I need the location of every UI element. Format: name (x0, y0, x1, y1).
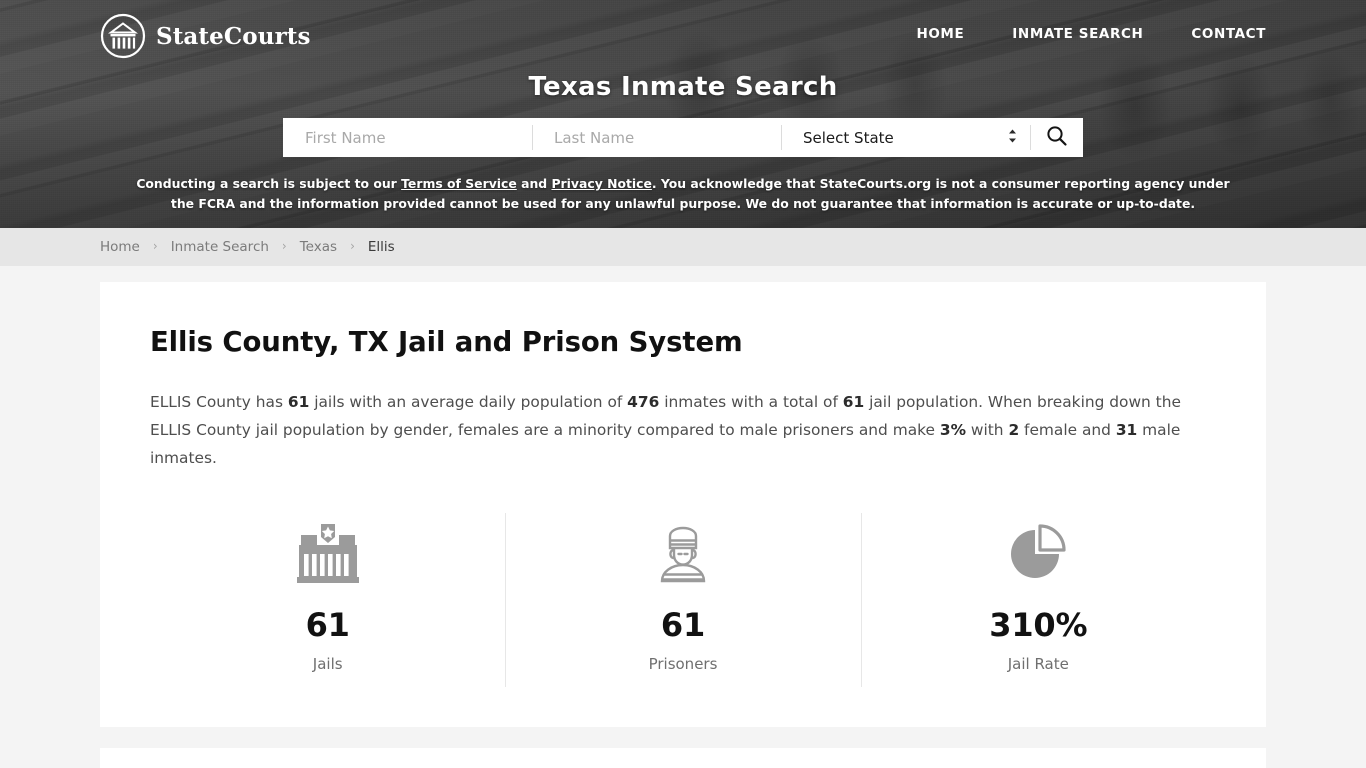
desc-segment: ELLIS County has (150, 393, 288, 411)
desc-female-count: 2 (1008, 421, 1020, 439)
search-icon (1045, 124, 1069, 151)
jail-building-icon (295, 519, 361, 585)
main-navigation: HOME INMATE SEARCH CONTACT (916, 26, 1266, 42)
nav-item-contact[interactable]: CONTACT (1191, 26, 1266, 42)
next-section-card (100, 748, 1266, 768)
chevron-right-icon: › (281, 239, 287, 253)
top-bar: StateCourts HOME INMATE SEARCH CONTACT (0, 0, 1366, 72)
desc-total-jail-population: 61 (842, 393, 865, 411)
stat-prisoners-value: 61 (660, 606, 706, 644)
breadcrumb-item-inmate-search[interactable]: Inmate Search (171, 239, 269, 255)
county-description: ELLIS County has 61 jails with an averag… (150, 388, 1190, 472)
chevron-right-icon: › (350, 239, 355, 253)
prisoner-icon (650, 519, 716, 585)
hero-header: StateCourts HOME INMATE SEARCH CONTACT T… (0, 0, 1366, 228)
county-overview-card: Ellis County, TX Jail and Prison System … (100, 282, 1266, 727)
search-disclaimer: Conducting a search is subject to our Te… (133, 174, 1233, 214)
courthouse-circle-logo-icon (100, 13, 146, 59)
stat-prisoners: 61 Prisoners (505, 513, 860, 687)
stat-jails-label: Jails (312, 655, 343, 673)
nav-item-inmate-search[interactable]: INMATE SEARCH (1012, 26, 1143, 42)
desc-avg-daily-population: 476 (627, 393, 660, 411)
first-name-input[interactable] (283, 119, 532, 156)
last-name-input[interactable] (532, 119, 781, 156)
state-select-wrap: Select State (781, 118, 1030, 157)
desc-segment: with (966, 421, 1009, 439)
page-title: Ellis County, TX Jail and Prison System (150, 326, 743, 358)
nav-item-home[interactable]: HOME (916, 26, 964, 42)
stat-jail-rate-label: Jail Rate (1007, 655, 1069, 673)
disclaimer-text-2: and (516, 176, 552, 191)
stat-jails: 61 Jails (150, 513, 505, 687)
desc-jails-count: 61 (287, 393, 310, 411)
search-submit-button[interactable] (1030, 118, 1083, 157)
county-stats: 61 Jails 61 Prisoners 310% Jail Rate (150, 513, 1216, 687)
page-body: Ellis County, TX Jail and Prison System … (0, 266, 1366, 768)
breadcrumb-item-ellis: Ellis (367, 239, 395, 255)
first-name-field-wrap (283, 118, 532, 157)
desc-segment: female and (1019, 421, 1116, 439)
brand-logo-link[interactable]: StateCourts (100, 13, 311, 59)
privacy-notice-link[interactable]: Privacy Notice (551, 176, 651, 191)
breadcrumb: Home › Inmate Search › Texas › Ellis (100, 239, 395, 255)
chevron-right-icon: › (152, 239, 158, 253)
stat-jail-rate-value: 310% (989, 606, 1088, 644)
desc-segment: jails with an average daily population o… (309, 393, 628, 411)
state-select[interactable]: Select State (781, 119, 1030, 156)
stat-prisoners-label: Prisoners (648, 655, 718, 673)
last-name-field-wrap (532, 118, 781, 157)
desc-female-percent: 3% (939, 421, 966, 439)
breadcrumb-item-home[interactable]: Home (100, 239, 140, 255)
stat-jails-value: 61 (305, 606, 350, 644)
stat-jail-rate: 310% Jail Rate (860, 513, 1216, 687)
inmate-search-form: Select State (283, 118, 1083, 157)
brand-name: StateCourts (156, 22, 311, 50)
breadcrumb-bar: Home › Inmate Search › Texas › Ellis (0, 228, 1366, 266)
hero-title: Texas Inmate Search (528, 72, 838, 102)
desc-male-count: 31 (1115, 421, 1138, 439)
pie-chart-icon (1005, 519, 1071, 585)
desc-segment: inmates with a total of (659, 393, 843, 411)
breadcrumb-item-texas[interactable]: Texas (300, 239, 337, 255)
terms-of-service-link[interactable]: Terms of Service (401, 176, 517, 191)
disclaimer-text-1: Conducting a search is subject to our (136, 176, 402, 191)
